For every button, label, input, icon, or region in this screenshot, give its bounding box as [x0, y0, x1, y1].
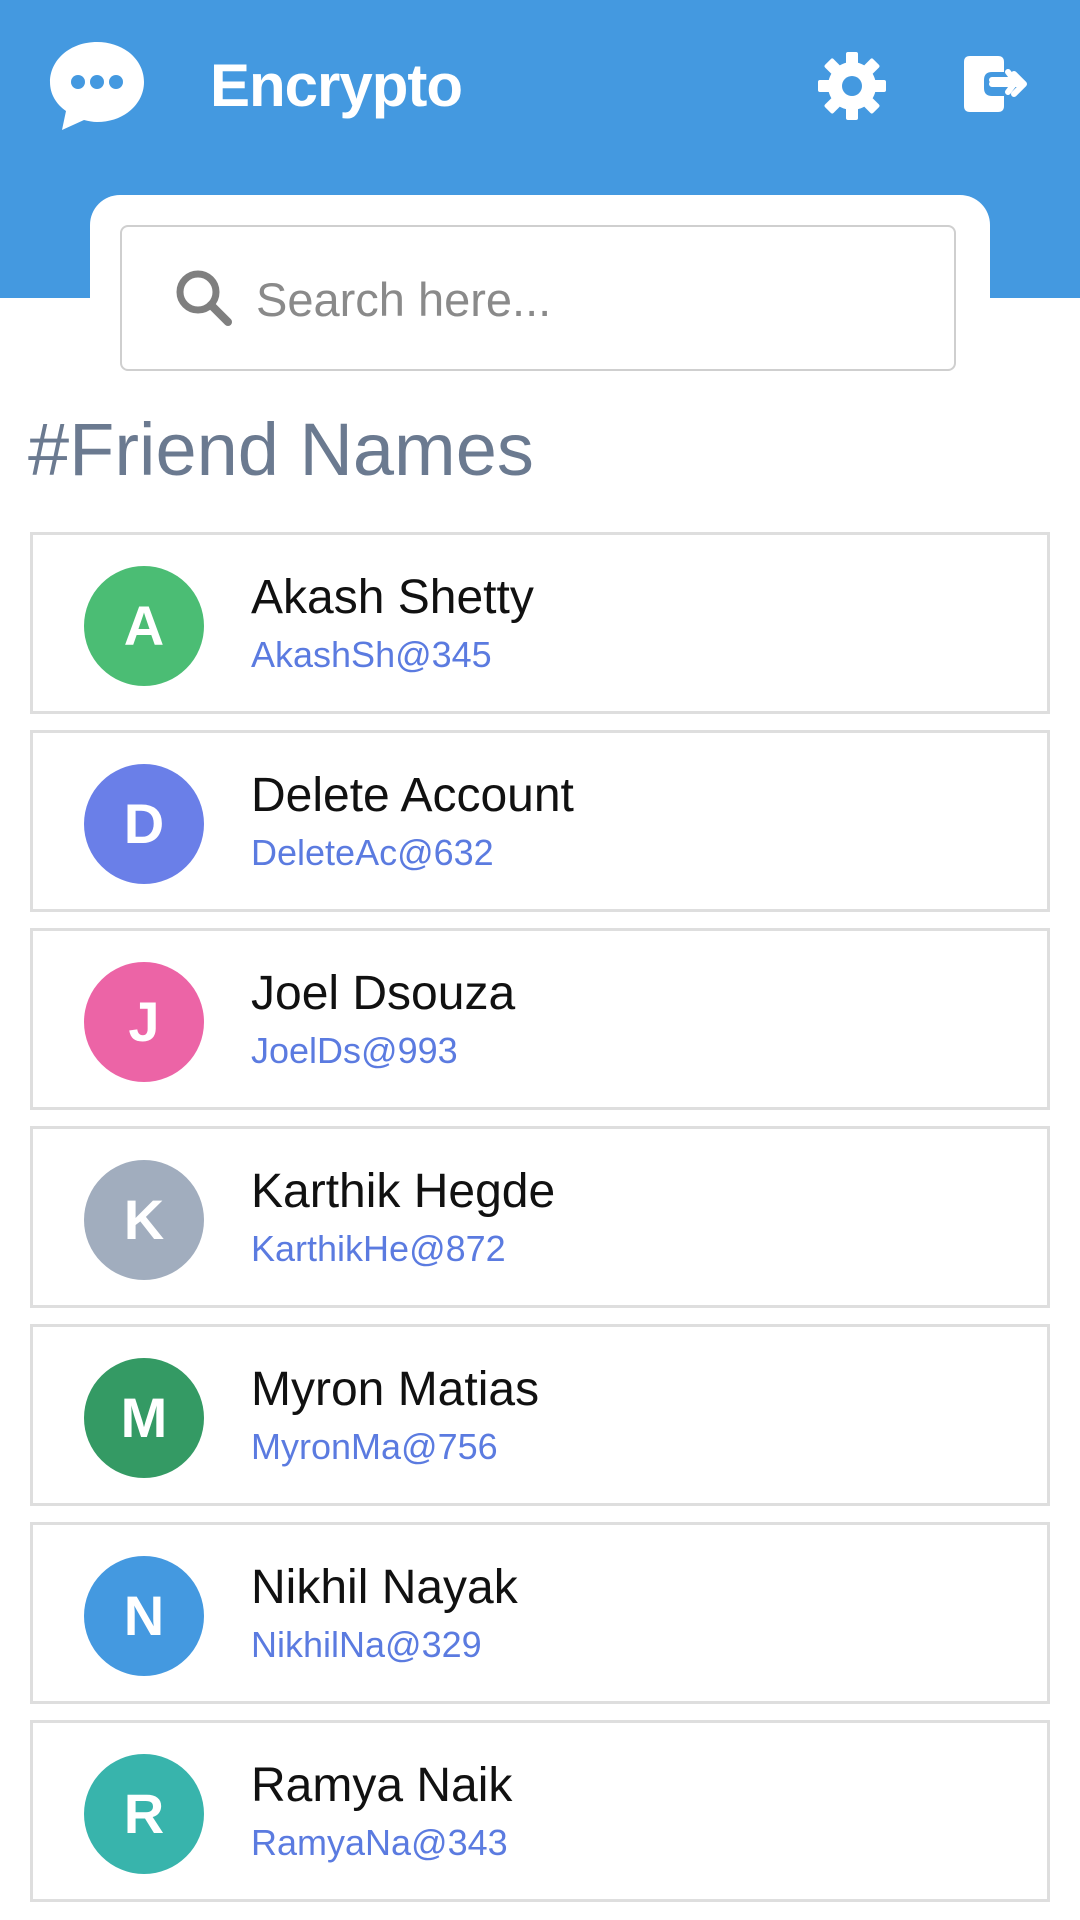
- avatar: D: [84, 764, 204, 884]
- friend-name: Ramya Naik: [251, 1759, 513, 1812]
- gear-icon[interactable]: [816, 50, 888, 122]
- sign-out-icon[interactable]: [962, 52, 1030, 116]
- search-icon: [176, 270, 232, 326]
- section-title: #Friend Names: [28, 408, 534, 491]
- avatar: J: [84, 962, 204, 1082]
- friend-name: Delete Account: [251, 769, 574, 822]
- friend-handle: NikhilNa@329: [251, 1624, 482, 1665]
- friend-list-item[interactable]: J Joel Dsouza JoelDs@993: [30, 928, 1050, 1110]
- friend-list-item[interactable]: D Delete Account DeleteAc@632: [30, 730, 1050, 912]
- friend-list-item[interactable]: A Akash Shetty AkashSh@345: [30, 532, 1050, 714]
- friend-handle: KarthikHe@872: [251, 1228, 506, 1269]
- friend-list-item[interactable]: M Myron Matias MyronMa@756: [30, 1324, 1050, 1506]
- avatar: N: [84, 1556, 204, 1676]
- avatar: R: [84, 1754, 204, 1874]
- friend-name: Akash Shetty: [251, 571, 534, 624]
- friend-handle: AkashSh@345: [251, 634, 492, 675]
- friend-name: Karthik Hegde: [251, 1165, 556, 1218]
- app-title: Encrypto: [210, 52, 463, 119]
- search-input[interactable]: [256, 260, 936, 338]
- friend-name: Nikhil Nayak: [251, 1561, 518, 1614]
- friend-list-item[interactable]: N Nikhil Nayak NikhilNa@329: [30, 1522, 1050, 1704]
- friend-handle: MyronMa@756: [251, 1426, 498, 1467]
- friend-list-item[interactable]: K Karthik Hegde KarthikHe@872: [30, 1126, 1050, 1308]
- friend-handle: JoelDs@993: [251, 1030, 458, 1071]
- avatar: M: [84, 1358, 204, 1478]
- friend-list: A Akash Shetty AkashSh@345 D Delete Account D…: [30, 532, 1050, 1918]
- friend-name: Myron Matias: [251, 1363, 540, 1416]
- avatar: A: [84, 566, 204, 686]
- friend-handle: RamyaNa@343: [251, 1822, 508, 1863]
- friend-list-item[interactable]: R Ramya Naik RamyaNa@343: [30, 1720, 1050, 1902]
- avatar: K: [84, 1160, 204, 1280]
- friend-name: Joel Dsouza: [251, 967, 516, 1020]
- friend-handle: DeleteAc@632: [251, 832, 494, 873]
- chat-bubble-icon: [50, 42, 144, 130]
